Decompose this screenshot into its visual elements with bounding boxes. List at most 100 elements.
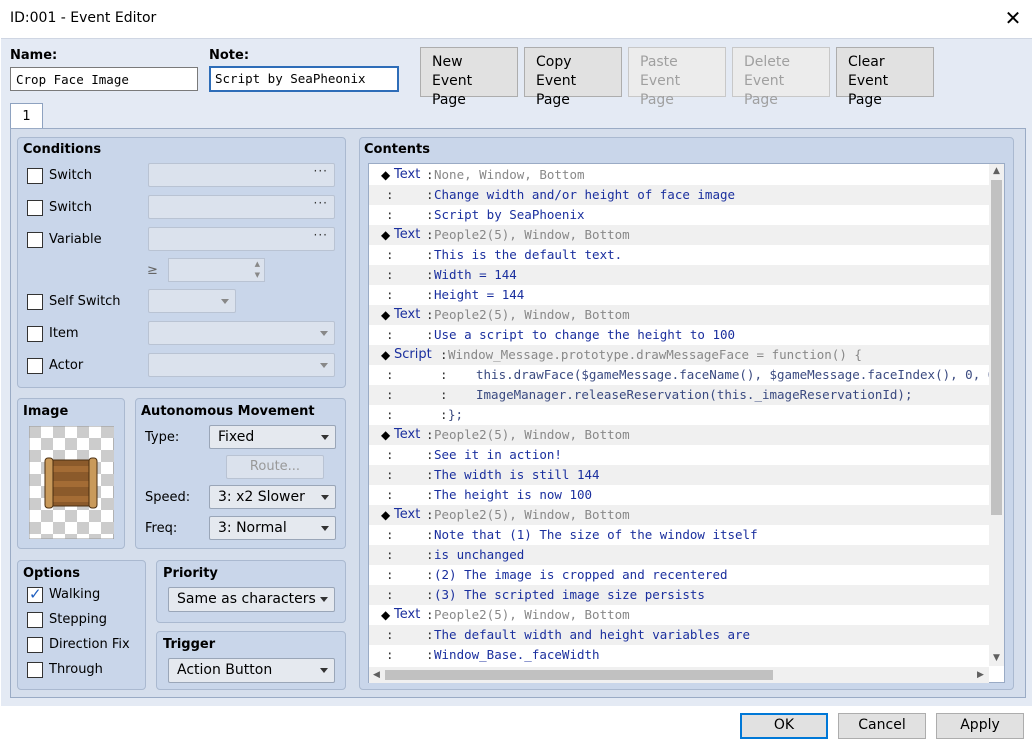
ok-button[interactable]: OK	[740, 713, 828, 739]
command-args: People2(5), Window, Bottom	[434, 427, 630, 442]
message-text: This is the default text.	[434, 247, 623, 262]
spin-up-icon[interactable]: ▲	[255, 260, 260, 268]
diamond-icon: ◆	[381, 608, 391, 622]
vertical-scroll-thumb[interactable]	[991, 180, 1002, 515]
script-line: this.drawFace($gameMessage.faceName(), $…	[476, 367, 989, 382]
switch2-checkbox[interactable]	[27, 200, 43, 216]
command-row[interactable]: :: The width is still 144	[369, 465, 989, 485]
actor-checkbox[interactable]	[27, 358, 43, 374]
switch2-selector[interactable]: ···	[148, 195, 335, 219]
speed-dropdown[interactable]: 3: x2 Slower	[209, 485, 336, 509]
command-row[interactable]: ◆ Script: Window_Message.prototype.drawMes…	[369, 345, 989, 365]
stepping-checkbox[interactable]	[27, 612, 43, 628]
event-command-list[interactable]: ◆ Text: None, Window, Bottom:: Change width…	[368, 163, 1005, 683]
ellipsis-icon: ···	[313, 228, 328, 242]
spin-down-icon[interactable]: ▼	[255, 271, 260, 279]
command-row[interactable]: :: See it in action!	[369, 445, 989, 465]
freq-label: Freq:	[145, 521, 178, 536]
command-row[interactable]: :: this.drawFace($gameMessage.faceName(),…	[369, 365, 989, 385]
command-args: People2(5), Window, Bottom	[434, 227, 630, 242]
route-button[interactable]: Route...	[226, 455, 324, 479]
message-text: Width = 144	[434, 267, 517, 282]
command-row[interactable]: :: is unchanged	[369, 545, 989, 565]
command-row[interactable]: :: The height is now 100	[369, 485, 989, 505]
item-checkbox[interactable]	[27, 326, 43, 342]
command-row[interactable]: :: Note that (1) The size of the window i…	[369, 525, 989, 545]
command-row[interactable]: :: (3) The scripted image size persists	[369, 585, 989, 605]
actor-dropdown[interactable]	[148, 353, 335, 377]
freq-value: 3: Normal	[218, 520, 287, 536]
command-row[interactable]: :: (2) The image is cropped and recentere…	[369, 565, 989, 585]
new-event-page-button[interactable]: New Event Page	[420, 47, 518, 108]
variable-value-spinner[interactable]: ▲ ▼	[168, 258, 265, 282]
colon-separator: :	[426, 547, 434, 562]
command-row[interactable]: ◆ Text: People2(5), Window, Bottom	[369, 225, 989, 245]
command-row[interactable]: :: Script by SeaPhoenix	[369, 205, 989, 225]
name-field[interactable]: Crop Face Image	[10, 67, 198, 91]
walking-checkbox[interactable]	[27, 585, 43, 603]
priority-value: Same as characters	[177, 591, 316, 607]
tab-page-1[interactable]: 1	[10, 103, 43, 130]
command-row[interactable]: :: Change width and/or height of face ima…	[369, 185, 989, 205]
self-switch-checkbox[interactable]	[27, 294, 43, 310]
speed-value: 3: x2 Slower	[218, 489, 305, 505]
command-name: Text	[394, 427, 421, 442]
command-row[interactable]: :: Width = 144	[369, 265, 989, 285]
variable-checkbox[interactable]	[27, 232, 43, 248]
command-row[interactable]: ::};	[369, 405, 989, 425]
command-row[interactable]: ◆ Text: People2(5), Window, Bottom	[369, 425, 989, 445]
variable-selector[interactable]: ···	[148, 227, 335, 251]
item-dropdown[interactable]	[148, 321, 335, 345]
message-text: Note that (1) The size of the window its…	[434, 527, 758, 542]
close-icon[interactable]: ✕	[1002, 6, 1024, 30]
command-row[interactable]: ◆ Text: People2(5), Window, Bottom	[369, 605, 989, 625]
copy-event-page-button[interactable]: Copy Event Page	[524, 47, 622, 108]
command-row[interactable]: :: The default width and height variables…	[369, 625, 989, 645]
switch2-label: Switch	[49, 200, 92, 215]
self-switch-dropdown[interactable]	[148, 289, 236, 313]
command-row[interactable]: ◆ Text: People2(5), Window, Bottom	[369, 305, 989, 325]
delete-event-page-button[interactable]: Delete Event Page	[732, 47, 830, 108]
autonomous-movement-title: Autonomous Movement	[141, 404, 315, 419]
colon-separator: :	[426, 187, 434, 202]
type-dropdown[interactable]: Fixed	[209, 425, 336, 449]
priority-dropdown[interactable]: Same as characters	[168, 587, 335, 612]
direction-fix-checkbox[interactable]	[27, 637, 43, 653]
command-row[interactable]: :: ImageManager.releaseReservation(this._…	[369, 385, 989, 405]
colon-separator: :	[440, 367, 448, 382]
wooden-crate-icon[interactable]	[28, 425, 115, 540]
colon-separator: :	[386, 567, 394, 582]
command-args: People2(5), Window, Bottom	[434, 607, 630, 622]
horizontal-scroll-thumb[interactable]	[385, 670, 773, 680]
note-label: Note:	[209, 48, 250, 63]
command-row[interactable]: ◆ Text: People2(5), Window, Bottom	[369, 505, 989, 525]
colon-separator: :	[426, 247, 434, 262]
direction-fix-label: Direction Fix	[49, 637, 130, 652]
command-row[interactable]: :: Window_Base._faceWidth	[369, 645, 989, 665]
trigger-dropdown[interactable]: Action Button	[168, 658, 335, 683]
note-field[interactable]: Script by SeaPheonix	[209, 66, 399, 92]
switch1-selector[interactable]: ···	[148, 163, 335, 187]
clear-event-page-button[interactable]: Clear Event Page	[836, 47, 934, 108]
command-row[interactable]: :: Use a script to change the height to 1…	[369, 325, 989, 345]
paste-event-page-button[interactable]: Paste Event Page	[628, 47, 726, 108]
walking-label: Walking	[49, 587, 101, 602]
scroll-right-icon[interactable]: ▶	[973, 668, 988, 683]
through-checkbox[interactable]	[27, 662, 43, 678]
command-row[interactable]: ◆ Text: None, Window, Bottom	[369, 165, 989, 185]
command-row[interactable]: :: Height = 144	[369, 285, 989, 305]
colon-separator: :	[386, 647, 394, 662]
scroll-left-icon[interactable]: ◀	[369, 668, 384, 683]
chevron-down-icon	[221, 299, 229, 304]
chevron-down-icon	[321, 495, 329, 500]
scroll-up-icon[interactable]: ▲	[989, 164, 1004, 179]
freq-dropdown[interactable]: 3: Normal	[209, 516, 336, 540]
colon-separator: :	[386, 587, 394, 602]
message-text: See it in action!	[434, 447, 562, 462]
command-row[interactable]: :: This is the default text.	[369, 245, 989, 265]
cancel-button[interactable]: Cancel	[838, 713, 926, 739]
scroll-down-icon[interactable]: ▼	[989, 651, 1004, 666]
diamond-icon: ◆	[381, 168, 391, 182]
switch1-checkbox[interactable]	[27, 168, 43, 184]
apply-button[interactable]: Apply	[936, 713, 1024, 739]
